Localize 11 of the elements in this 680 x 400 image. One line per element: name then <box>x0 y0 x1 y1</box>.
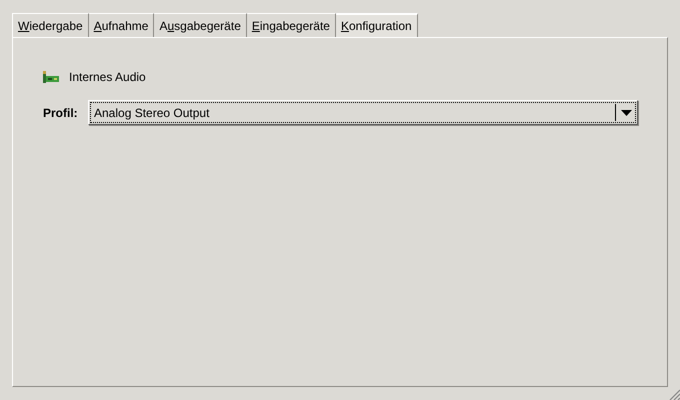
profile-dropdown[interactable]: Analog Stereo Output <box>88 100 638 125</box>
tab[interactable]: Eingabegeräte <box>246 13 336 37</box>
profile-label: Profil: <box>43 106 79 120</box>
tab[interactable]: Ausgabegeräte <box>154 13 247 37</box>
tab[interactable]: Aufnahme <box>88 13 154 37</box>
tab[interactable]: Konfiguration <box>336 13 418 37</box>
device-name: Internes Audio <box>69 70 146 84</box>
resize-grip-icon[interactable] <box>668 388 680 400</box>
sound-card-icon <box>43 71 59 83</box>
tab[interactable]: Wiedergabe <box>12 13 89 37</box>
dropdown-arrow-icon <box>621 110 632 116</box>
